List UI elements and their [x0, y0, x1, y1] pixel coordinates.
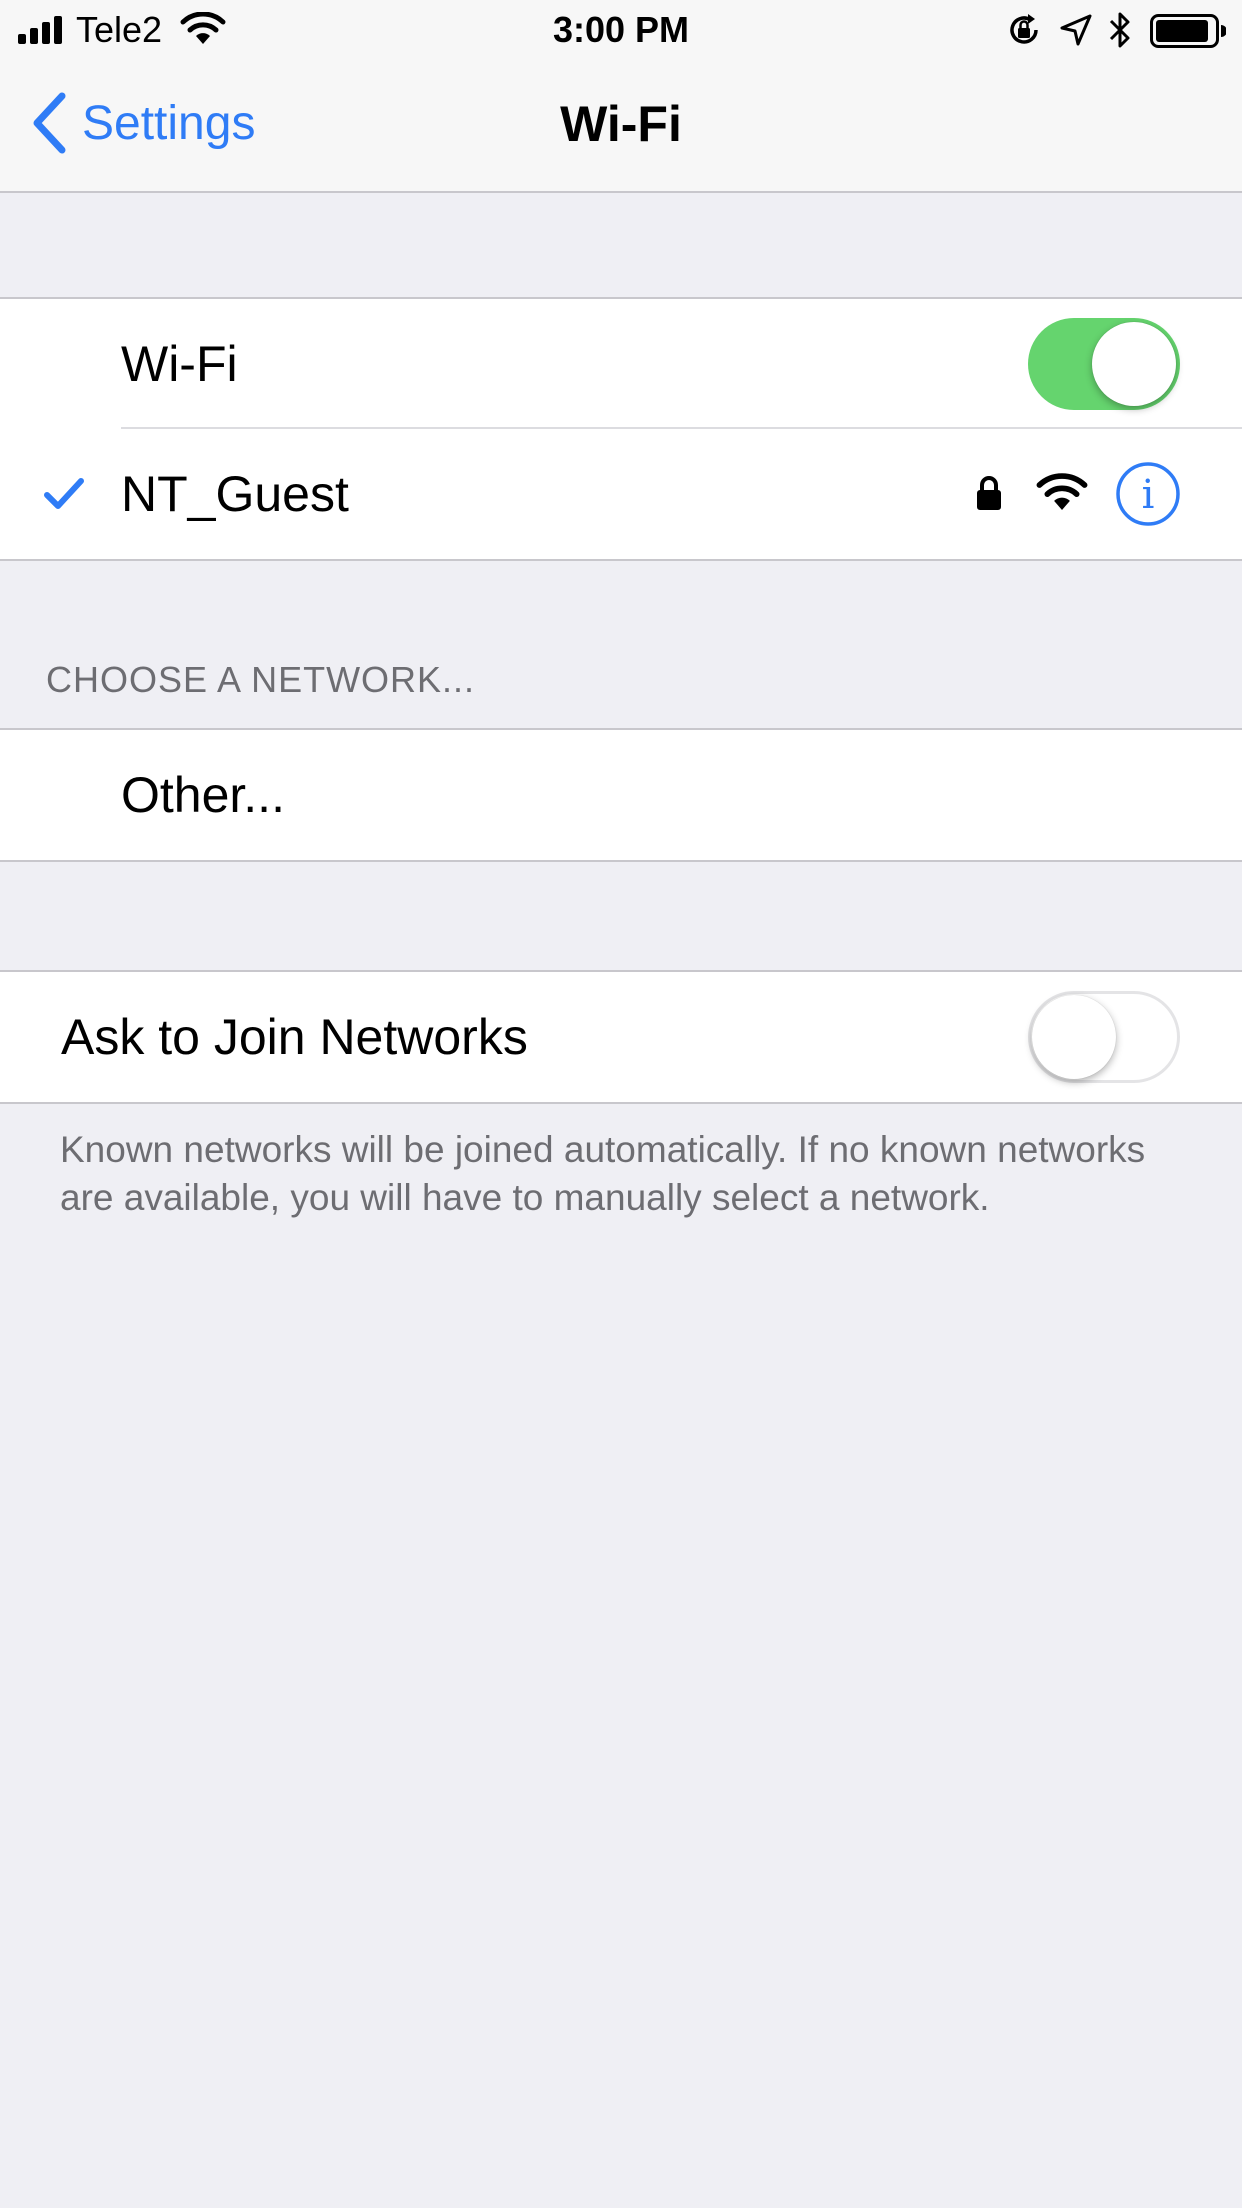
lock-icon [977, 476, 1001, 510]
status-bar: Tele2 3:00 PM [0, 0, 1242, 60]
toggle-knob [1032, 995, 1116, 1079]
ask-to-join-row: Ask to Join Networks [0, 972, 1242, 1102]
section-header-choose-network: CHOOSE A NETWORK... [46, 659, 476, 700]
wifi-signal-icon [1036, 473, 1088, 510]
connected-network-name: NT_Guest [121, 466, 349, 522]
ask-to-join-footer: Known networks will be joined automatica… [60, 1129, 1146, 1218]
ask-to-join-label: Ask to Join Networks [61, 1009, 528, 1065]
ask-to-join-toggle[interactable] [1028, 991, 1180, 1083]
other-network-row[interactable]: Other... [0, 730, 1242, 860]
battery-icon [1150, 14, 1226, 48]
wifi-toggle-row: Wi-Fi [0, 299, 1242, 429]
choose-network-group: Other... [0, 728, 1242, 862]
wifi-group: Wi-Fi NT_Guest i [0, 297, 1242, 561]
bluetooth-icon [1109, 12, 1130, 48]
checkmark-icon [44, 478, 84, 509]
orientation-lock-icon [1010, 14, 1038, 44]
navigation-bar: Settings Wi-Fi [0, 60, 1242, 193]
other-network-label: Other... [121, 767, 285, 823]
toggle-knob [1092, 322, 1176, 406]
wifi-toggle[interactable] [1028, 318, 1180, 410]
svg-text:i: i [1142, 472, 1155, 518]
page-title: Wi-Fi [560, 96, 682, 152]
wifi-label: Wi-Fi [121, 336, 238, 392]
connected-network-row[interactable]: NT_Guest i [0, 429, 1242, 559]
location-icon [1060, 14, 1092, 46]
info-icon[interactable]: i [1115, 461, 1181, 527]
ask-to-join-group: Ask to Join Networks [0, 970, 1242, 1104]
status-time: 3:00 PM [552, 9, 690, 50]
